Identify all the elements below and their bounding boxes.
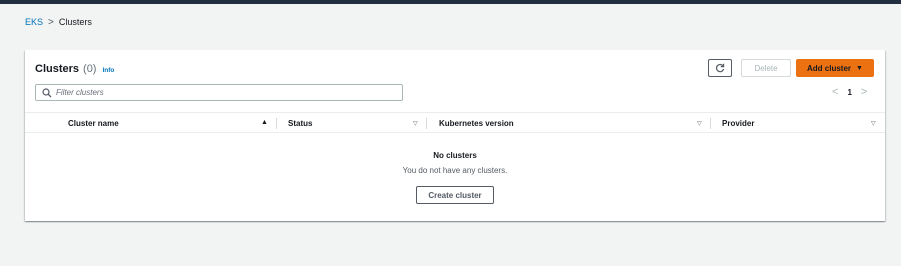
refresh-button[interactable] — [708, 59, 732, 77]
add-cluster-label: Add cluster — [807, 63, 852, 73]
cluster-count: (0) — [83, 63, 97, 75]
column-header-provider[interactable]: Provider — [722, 119, 754, 128]
next-page-icon[interactable]: > — [861, 86, 867, 98]
empty-state-description: You do not have any clusters. — [402, 166, 508, 175]
sort-icon[interactable]: ▽ — [413, 120, 418, 127]
top-navigation-bar — [0, 0, 901, 4]
column-divider[interactable] — [710, 118, 711, 129]
pagination: < 1 > — [832, 86, 867, 98]
panel-header: Clusters (0) Info — [35, 63, 114, 75]
empty-state-title: No clusters — [433, 151, 477, 160]
breadcrumb-eks-link[interactable]: EKS — [25, 17, 43, 27]
column-divider[interactable] — [426, 118, 427, 129]
sort-icon[interactable]: ▽ — [697, 120, 702, 127]
page-title: Clusters — [35, 63, 80, 75]
column-divider[interactable] — [276, 118, 277, 129]
search-icon — [42, 87, 52, 97]
delete-button[interactable]: Delete — [741, 59, 791, 77]
delete-button-label: Delete — [754, 63, 778, 73]
sort-icon[interactable]: ▽ — [871, 120, 876, 127]
filter-clusters-input[interactable] — [56, 88, 396, 97]
column-header-cluster-name[interactable]: Cluster name — [68, 119, 119, 128]
breadcrumb-current: Clusters — [58, 17, 92, 27]
create-cluster-button[interactable]: Create cluster — [416, 186, 494, 204]
sort-ascending-icon[interactable]: ▲ — [261, 119, 268, 126]
info-link[interactable]: Info — [102, 67, 114, 74]
add-cluster-button[interactable]: Add cluster ▼ — [796, 59, 874, 77]
caret-down-icon: ▼ — [856, 64, 863, 72]
current-page-number[interactable]: 1 — [847, 88, 851, 97]
previous-page-icon[interactable]: < — [832, 86, 838, 98]
refresh-icon — [715, 63, 725, 73]
column-header-kubernetes-version[interactable]: Kubernetes version — [439, 119, 514, 128]
breadcrumb-separator-icon: > — [48, 16, 54, 28]
column-header-status[interactable]: Status — [288, 119, 312, 128]
filter-clusters-field[interactable] — [35, 84, 403, 101]
breadcrumb: EKS > Clusters — [25, 17, 92, 27]
table-header: Cluster name ▲ Status ▽ Kubernetes versi… — [25, 112, 885, 133]
create-cluster-label: Create cluster — [428, 190, 482, 200]
clusters-panel: Clusters (0) Info Delete Add cluster ▼ <… — [25, 50, 885, 221]
